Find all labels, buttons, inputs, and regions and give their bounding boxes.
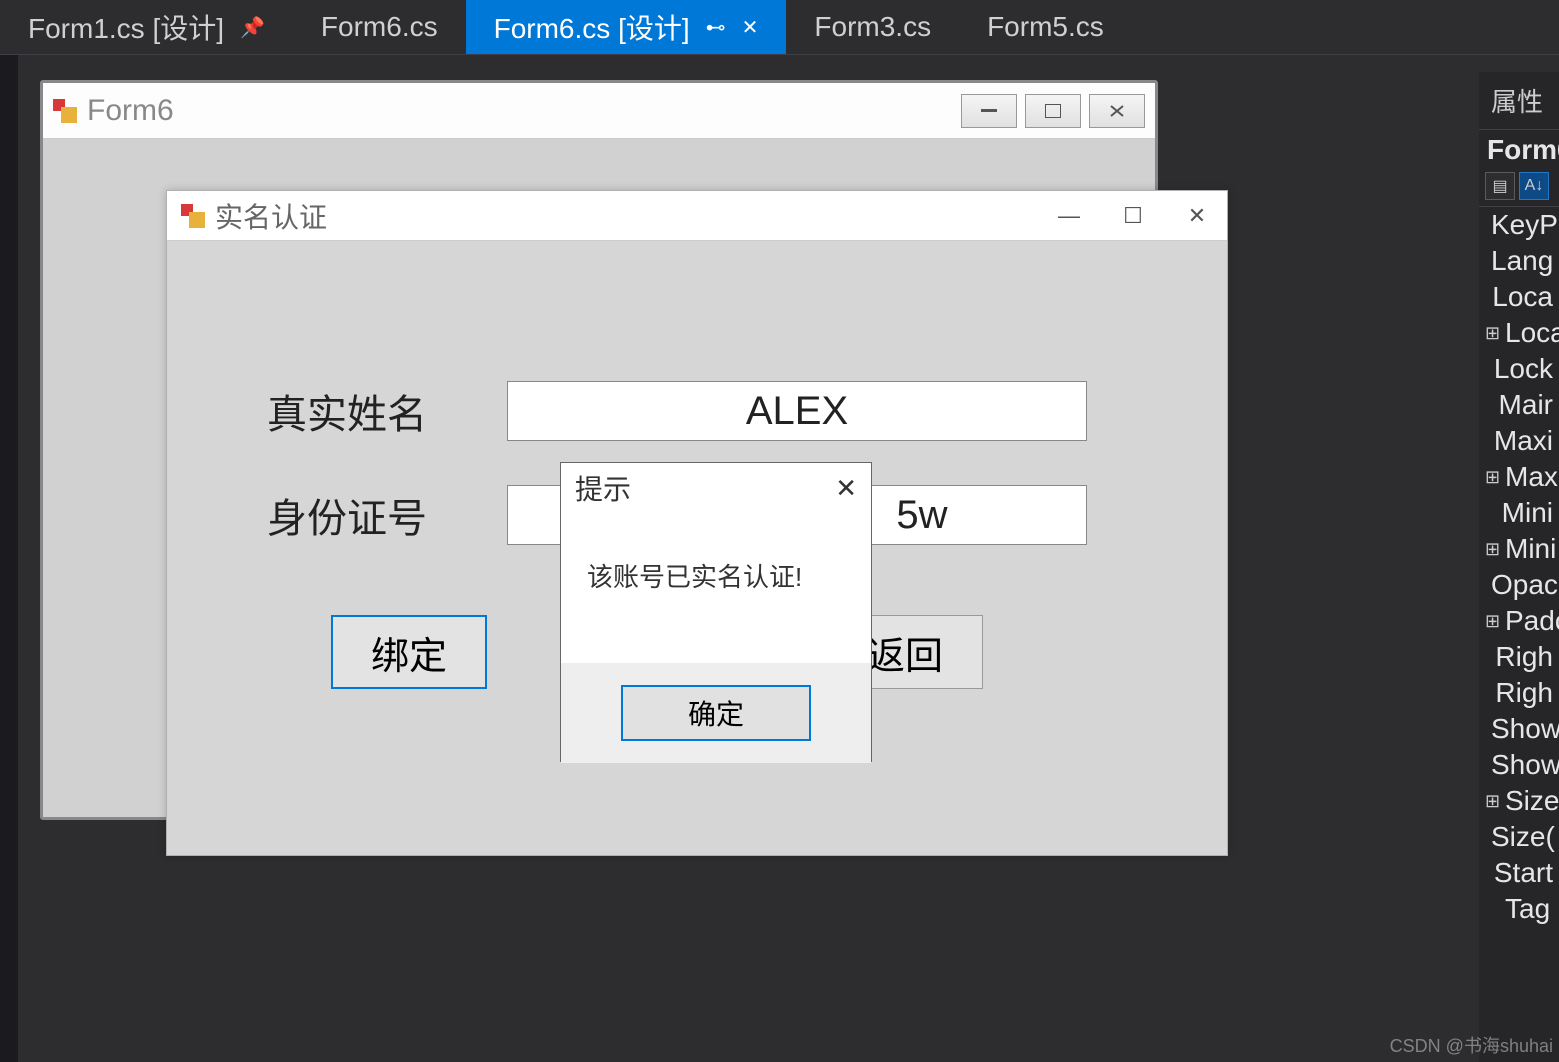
property-row[interactable]: Righ [1479,639,1559,675]
close-button[interactable] [1089,94,1145,128]
close-icon[interactable]: ✕ [742,15,759,40]
alphabetical-icon[interactable]: A↓ [1519,172,1549,200]
tab-label: Form1.cs [设计] [28,7,224,47]
label-idnumber: 身份证号 [267,486,507,544]
categorized-icon[interactable]: ▤ [1485,172,1515,200]
app-icon [53,99,77,123]
app-icon [181,204,205,228]
tab-label: Form6.cs [321,11,438,43]
minimize-button[interactable] [961,94,1017,128]
property-row[interactable]: Mini [1479,495,1559,531]
form6-title: Form6 [87,94,174,128]
messagebox-footer: 确定 [561,663,871,763]
property-name: Mini [1505,533,1556,565]
document-tabbar: Form1.cs [设计] 📌 Form6.cs Form6.cs [设计] ⊷… [0,0,1559,55]
property-row[interactable]: Maxi [1479,423,1559,459]
tab-label: Form5.cs [987,11,1104,43]
property-name: Mair [1499,389,1553,421]
tab-form3[interactable]: Form3.cs [786,0,959,54]
property-name: Lock [1494,353,1553,385]
pin-icon[interactable]: ⊷ [706,15,726,40]
left-gutter [0,55,18,1062]
label-realname: 真实姓名 [267,382,507,440]
dialog-title: 实名认证 [215,196,327,236]
dialog-window-controls: — ☐ ✕ [1053,203,1213,229]
property-name: Mini [1502,497,1553,529]
messagebox-body: 该账号已实名认证! [561,513,871,663]
property-name: Size [1505,785,1559,817]
property-row[interactable]: Loca [1479,279,1559,315]
expand-icon[interactable]: ⊞ [1485,539,1499,560]
pin-icon[interactable]: 📌 [240,15,265,40]
close-icon[interactable]: ✕ [835,473,857,504]
form6-titlebar: Form6 [43,83,1155,139]
tab-form1-design[interactable]: Form1.cs [设计] 📌 [0,0,293,54]
tab-form5[interactable]: Form5.cs [959,0,1132,54]
window-controls [961,94,1145,128]
maximize-button[interactable] [1025,94,1081,128]
property-name: Lang [1491,245,1553,277]
input-realname[interactable] [507,381,1087,441]
minimize-icon[interactable]: — [1053,203,1085,229]
property-name: Show [1491,749,1559,781]
property-name: Show [1491,713,1559,745]
tab-label: Form3.cs [814,11,931,43]
property-name: Loca [1505,317,1559,349]
properties-panel[interactable]: 属性 Form6 ▤ A↓ KeyP Lang Loca ⊞ Loca Lock Mair M… [1479,72,1559,1062]
expand-icon[interactable]: ⊞ [1485,611,1499,632]
property-row[interactable]: KeyP [1479,207,1559,243]
ok-button[interactable]: 确定 [621,685,811,741]
property-row[interactable]: Tag [1479,891,1559,927]
property-row[interactable]: Show [1479,747,1559,783]
property-name: Maxi [1494,425,1553,457]
property-row[interactable]: Size( [1479,819,1559,855]
property-name: Righ [1495,677,1553,709]
properties-object[interactable]: Form6 [1479,130,1559,170]
property-name: Padc [1505,605,1559,637]
expand-icon[interactable]: ⊞ [1485,323,1499,344]
property-row[interactable]: ⊞ Maxi [1479,459,1559,495]
property-row[interactable]: Righ [1479,675,1559,711]
property-name: Tag [1505,893,1550,925]
close-icon[interactable]: ✕ [1181,203,1213,229]
properties-toolbar: ▤ A↓ [1479,170,1559,207]
property-row[interactable]: Lang [1479,243,1559,279]
property-row[interactable]: Lock [1479,351,1559,387]
messagebox-title-text: 提示 [575,468,631,508]
property-name: Opac [1491,569,1558,601]
property-name: Loca [1492,281,1553,313]
dialog-titlebar: 实名认证 — ☐ ✕ [167,191,1227,241]
messagebox-titlebar: 提示 ✕ [561,463,871,513]
property-row[interactable]: ⊞ Loca [1479,315,1559,351]
property-name: Maxi [1505,461,1559,493]
property-row[interactable]: ⊞ Mini [1479,531,1559,567]
row-realname: 真实姓名 [267,381,1187,441]
maximize-icon[interactable]: ☐ [1117,203,1149,229]
property-name: Righ [1495,641,1553,673]
properties-header: 属性 [1479,72,1559,130]
properties-list[interactable]: KeyPLangLoca⊞LocaLockMairMaxi⊞MaxiMini⊞M… [1479,207,1559,927]
tab-form6-design[interactable]: Form6.cs [设计] ⊷ ✕ [466,0,787,54]
property-name: KeyP [1491,209,1558,241]
watermark-text: CSDN @书海shuhai [1390,1032,1553,1058]
property-name: Start [1494,857,1553,889]
property-row[interactable]: ⊞ Size [1479,783,1559,819]
messagebox: 提示 ✕ 该账号已实名认证! 确定 [560,462,872,762]
tab-label: Form6.cs [设计] [494,7,690,47]
property-row[interactable]: Mair [1479,387,1559,423]
tab-form6-code[interactable]: Form6.cs [293,0,466,54]
property-row[interactable]: Opac [1479,567,1559,603]
expand-icon[interactable]: ⊞ [1485,791,1499,812]
property-row[interactable]: Show [1479,711,1559,747]
expand-icon[interactable]: ⊞ [1485,467,1499,488]
property-row[interactable]: Start [1479,855,1559,891]
property-row[interactable]: ⊞ Padc [1479,603,1559,639]
property-name: Size( [1491,821,1555,853]
bind-button[interactable]: 绑定 [331,615,487,689]
